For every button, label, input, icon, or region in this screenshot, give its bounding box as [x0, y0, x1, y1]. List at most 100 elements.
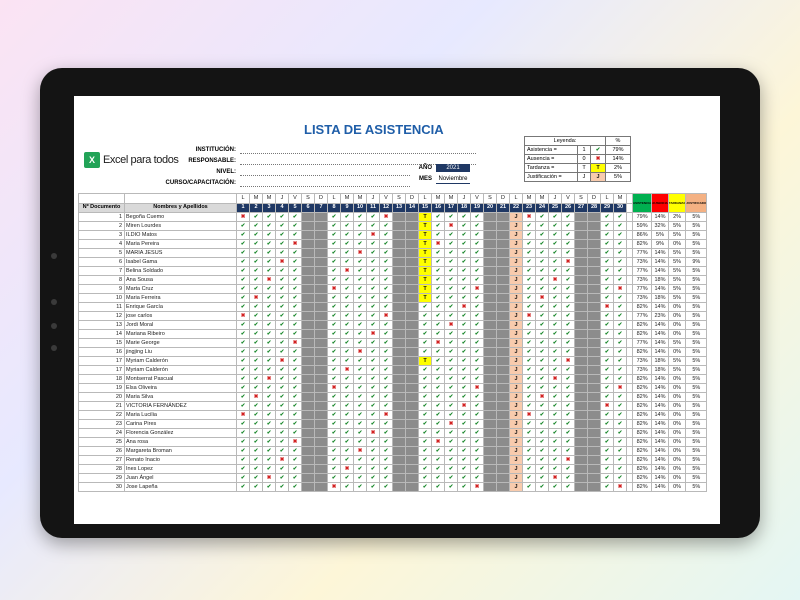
- check-icon[interactable]: ✔: [262, 455, 276, 465]
- check-icon[interactable]: ✔: [522, 284, 536, 294]
- late-mark[interactable]: T: [418, 239, 432, 249]
- weekend-cell[interactable]: [574, 239, 588, 249]
- check-icon[interactable]: ✔: [613, 473, 627, 483]
- check-icon[interactable]: ✔: [288, 374, 302, 384]
- check-icon[interactable]: ✔: [613, 320, 627, 330]
- check-icon[interactable]: ✔: [327, 311, 341, 321]
- weekend-cell[interactable]: [314, 428, 328, 438]
- check-icon[interactable]: ✔: [470, 257, 484, 267]
- check-icon[interactable]: ✔: [262, 464, 276, 474]
- check-icon[interactable]: ✔: [275, 212, 289, 222]
- check-icon[interactable]: ✔: [327, 248, 341, 258]
- weekend-cell[interactable]: [587, 239, 601, 249]
- check-icon[interactable]: ✔: [379, 338, 393, 348]
- weekend-cell[interactable]: [301, 410, 315, 420]
- check-icon[interactable]: ✔: [457, 428, 471, 438]
- check-icon[interactable]: ✔: [561, 230, 575, 240]
- weekend-cell[interactable]: [496, 266, 510, 276]
- cross-icon[interactable]: ✖: [379, 410, 393, 420]
- weekend-cell[interactable]: [483, 239, 497, 249]
- weekend-cell[interactable]: [496, 401, 510, 411]
- check-icon[interactable]: ✔: [262, 356, 276, 366]
- late-mark[interactable]: T: [418, 275, 432, 285]
- check-icon[interactable]: ✔: [379, 248, 393, 258]
- weekend-cell[interactable]: [301, 329, 315, 339]
- check-icon[interactable]: ✔: [236, 302, 250, 312]
- check-icon[interactable]: ✔: [431, 356, 445, 366]
- day-number[interactable]: 28: [587, 202, 601, 213]
- weekend-cell[interactable]: [496, 293, 510, 303]
- check-icon[interactable]: ✔: [548, 401, 562, 411]
- check-icon[interactable]: ✔: [262, 329, 276, 339]
- check-icon[interactable]: ✔: [535, 419, 549, 429]
- check-icon[interactable]: ✔: [457, 356, 471, 366]
- check-icon[interactable]: ✔: [457, 311, 471, 321]
- weekend-cell[interactable]: [405, 374, 419, 384]
- check-icon[interactable]: ✔: [561, 248, 575, 258]
- check-icon[interactable]: ✔: [275, 383, 289, 393]
- weekend-cell[interactable]: [392, 437, 406, 447]
- justified-mark[interactable]: J: [509, 401, 523, 411]
- weekend-cell[interactable]: [587, 365, 601, 375]
- check-icon[interactable]: ✔: [379, 473, 393, 483]
- cross-icon[interactable]: ✖: [444, 419, 458, 429]
- cross-icon[interactable]: ✖: [522, 212, 536, 222]
- check-icon[interactable]: ✔: [262, 446, 276, 456]
- check-icon[interactable]: ✔: [288, 419, 302, 429]
- student-name[interactable]: Ines Lopez: [124, 464, 237, 474]
- weekend-cell[interactable]: [574, 419, 588, 429]
- weekend-cell[interactable]: [301, 437, 315, 447]
- weekend-cell[interactable]: [483, 293, 497, 303]
- check-icon[interactable]: ✔: [379, 275, 393, 285]
- check-icon[interactable]: ✔: [522, 356, 536, 366]
- check-icon[interactable]: ✔: [379, 401, 393, 411]
- check-icon[interactable]: ✔: [288, 464, 302, 474]
- check-icon[interactable]: ✔: [522, 482, 536, 492]
- check-icon[interactable]: ✔: [470, 356, 484, 366]
- check-icon[interactable]: ✔: [327, 437, 341, 447]
- weekend-cell[interactable]: [301, 248, 315, 258]
- check-icon[interactable]: ✔: [236, 464, 250, 474]
- day-number[interactable]: 4: [275, 202, 289, 213]
- check-icon[interactable]: ✔: [600, 212, 614, 222]
- check-icon[interactable]: ✔: [548, 365, 562, 375]
- check-icon[interactable]: ✔: [236, 401, 250, 411]
- check-icon[interactable]: ✔: [548, 239, 562, 249]
- check-icon[interactable]: ✔: [379, 230, 393, 240]
- check-icon[interactable]: ✔: [548, 293, 562, 303]
- weekend-cell[interactable]: [587, 230, 601, 240]
- check-icon[interactable]: ✔: [288, 401, 302, 411]
- check-icon[interactable]: ✔: [366, 266, 380, 276]
- check-icon[interactable]: ✔: [340, 401, 354, 411]
- check-icon[interactable]: ✔: [548, 248, 562, 258]
- weekend-cell[interactable]: [483, 356, 497, 366]
- cross-icon[interactable]: ✖: [327, 482, 341, 492]
- cross-icon[interactable]: ✖: [236, 410, 250, 420]
- student-name[interactable]: Belina Soldado: [124, 266, 237, 276]
- weekend-cell[interactable]: [496, 329, 510, 339]
- check-icon[interactable]: ✔: [431, 293, 445, 303]
- check-icon[interactable]: ✔: [457, 464, 471, 474]
- check-icon[interactable]: ✔: [275, 248, 289, 258]
- weekend-cell[interactable]: [314, 248, 328, 258]
- cross-icon[interactable]: ✖: [353, 446, 367, 456]
- weekend-cell[interactable]: [405, 320, 419, 330]
- student-name[interactable]: Maria Silva: [124, 392, 237, 402]
- weekend-cell[interactable]: [587, 428, 601, 438]
- check-icon[interactable]: ✔: [613, 293, 627, 303]
- justified-mark[interactable]: J: [509, 338, 523, 348]
- weekend-cell[interactable]: [301, 239, 315, 249]
- check-icon[interactable]: ✔: [470, 428, 484, 438]
- cross-icon[interactable]: ✖: [561, 455, 575, 465]
- check-icon[interactable]: ✔: [418, 428, 432, 438]
- check-icon[interactable]: ✔: [288, 329, 302, 339]
- check-icon[interactable]: ✔: [431, 410, 445, 420]
- check-icon[interactable]: ✔: [431, 248, 445, 258]
- check-icon[interactable]: ✔: [431, 482, 445, 492]
- check-icon[interactable]: ✔: [340, 338, 354, 348]
- check-icon[interactable]: ✔: [561, 338, 575, 348]
- weekend-cell[interactable]: [483, 392, 497, 402]
- check-icon[interactable]: ✔: [366, 410, 380, 420]
- check-icon[interactable]: ✔: [353, 437, 367, 447]
- weekend-cell[interactable]: [392, 455, 406, 465]
